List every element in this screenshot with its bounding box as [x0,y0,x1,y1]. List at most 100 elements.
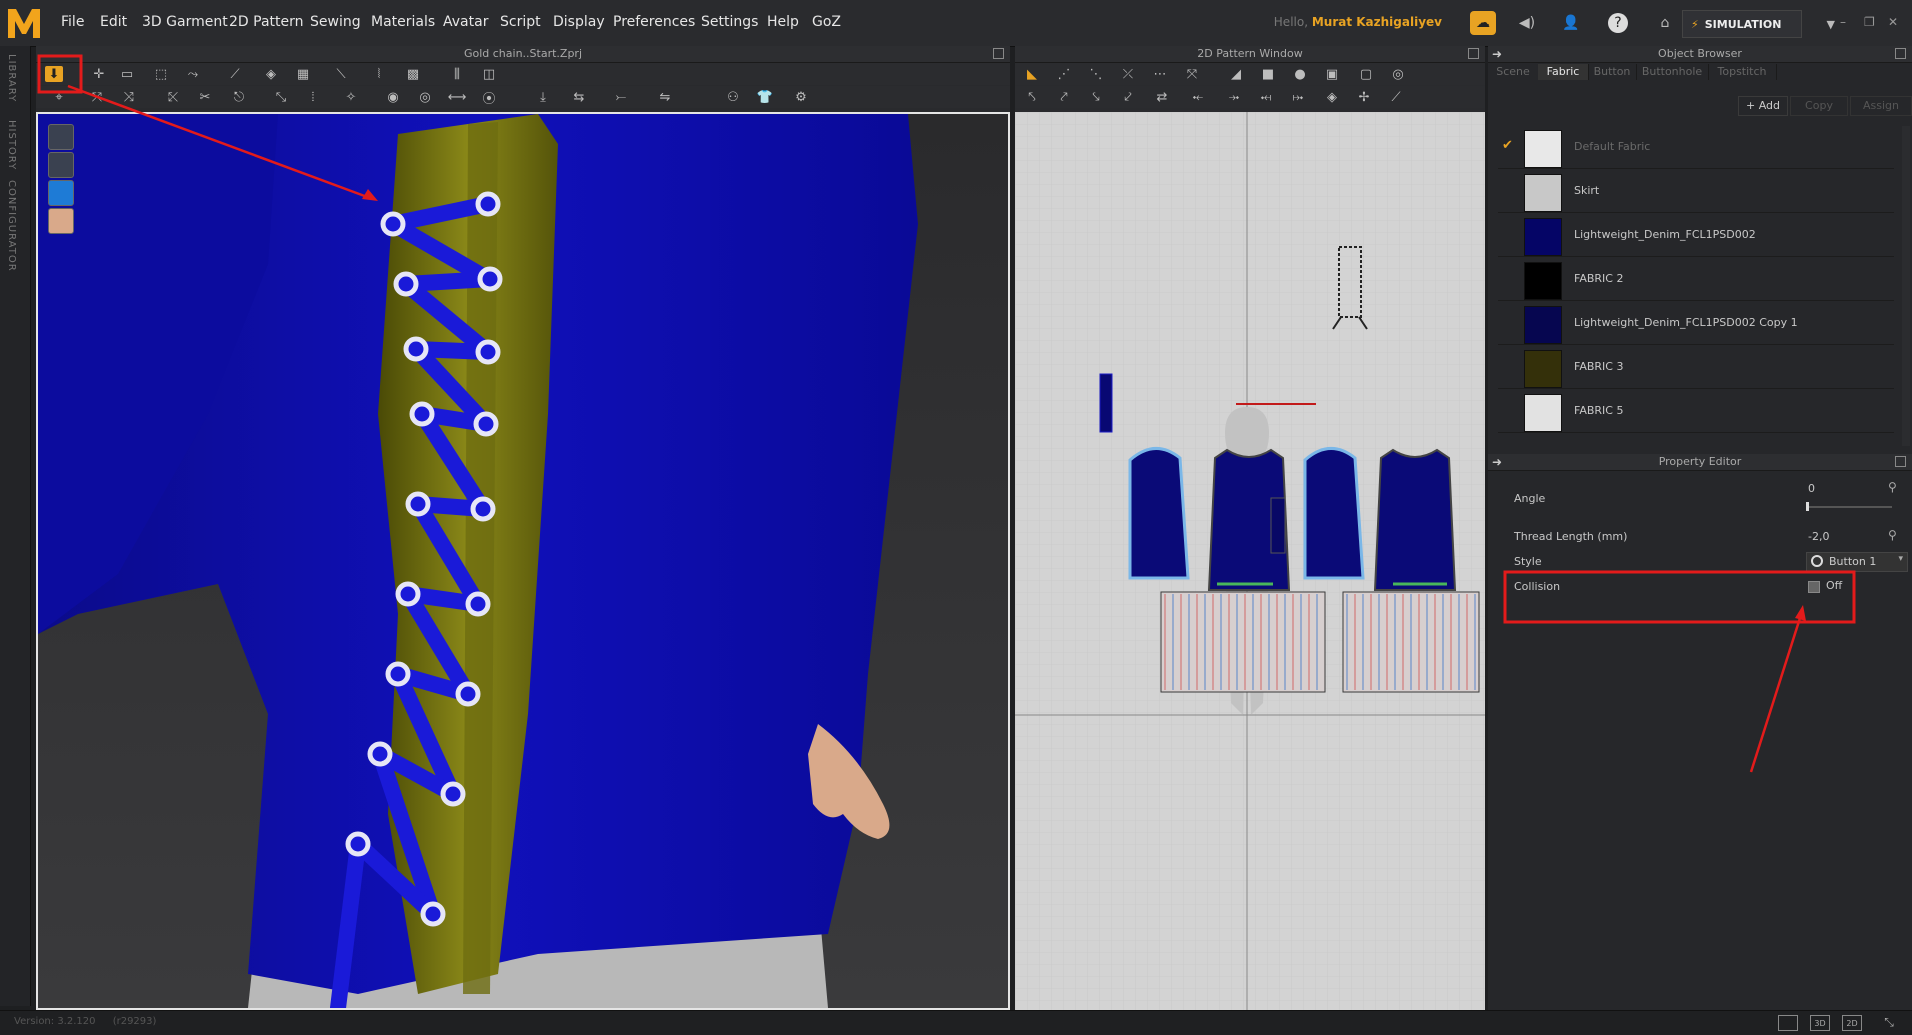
fabric-row[interactable]: FABRIC 2 [1498,258,1894,301]
pleat-icon[interactable]: ✧ [342,89,360,105]
menu-script[interactable]: Script [500,14,541,30]
stitch-2d-icon[interactable]: ✢ [1355,89,1373,105]
avatar-display-icon[interactable] [48,152,74,178]
edit-sewing-icon[interactable]: ⤧ [1183,66,1201,82]
buttonhole-icon[interactable]: ◎ [416,89,434,105]
2d-pattern-canvas[interactable] [1015,112,1485,1010]
tab-fabric[interactable]: Fabric [1538,64,1589,80]
cloud-sync-icon[interactable]: ☁ [1470,11,1496,35]
tuck-icon[interactable]: ⇋ [656,89,674,105]
brush-icon[interactable]: ⤪ [164,89,182,105]
avatar-measure-icon[interactable]: ⚇ [724,89,742,105]
edit-point-icon[interactable]: ⋰ [1055,66,1073,82]
fabric-list-scrollbar[interactable] [1902,126,1910,446]
garment-fit-icon[interactable]: ▦ [294,66,312,82]
hanger-tool-icon[interactable]: ⤚ [612,89,630,105]
internal-circle-icon[interactable]: ◎ [1389,66,1407,82]
edit-curve-icon[interactable]: ⋱ [1087,66,1105,82]
select-mesh-icon[interactable]: ▭ [118,66,136,82]
menu-file[interactable]: File [61,14,84,30]
tab-configurator[interactable]: CONFIGURATOR [6,180,17,272]
button-icon[interactable]: ◫ [480,66,498,82]
reset-icon[interactable]: ⎋ [230,89,248,105]
graphic-icon[interactable]: ⇆ [570,89,588,105]
help-icon[interactable]: ? [1608,13,1628,33]
fabric-row[interactable]: Lightweight_Denim_FCL1PSD002 [1498,214,1894,257]
fabric-swatch[interactable] [1524,394,1562,432]
fabric-row[interactable]: FABRIC 5 [1498,390,1894,433]
minimize-icon[interactable]: – [1840,15,1846,29]
fabric-icon[interactable]: ▩ [404,66,422,82]
free-sewing-icon[interactable]: ⦚ [370,66,388,82]
fabric-grain-icon[interactable]: ⤝ [1189,89,1207,105]
maximize-icon[interactable] [1895,48,1906,59]
menu-help[interactable]: Help [767,14,799,30]
maximize-icon[interactable] [1468,48,1479,59]
pin-icon[interactable]: ⚲ [1888,528,1897,542]
style-dropdown[interactable]: Button 1 ▾ [1806,552,1908,572]
tack-icon[interactable]: ⤳ [184,66,202,82]
topstitch-icon[interactable]: ⤡ [272,89,290,105]
thread-length-value[interactable]: -2,0 [1808,530,1829,543]
thread-icon[interactable]: ⤓ [534,89,552,105]
fabric-swatch[interactable] [1524,262,1562,300]
menu-2d-pattern[interactable]: 2D Pattern [229,14,304,30]
curve-point-icon[interactable]: ⤫ [1119,66,1137,82]
edit-pattern-icon[interactable]: ⤨ [120,89,138,105]
maximize-icon[interactable] [1895,456,1906,467]
fabric-swatch[interactable] [1524,350,1562,388]
pin-icon[interactable]: ⌖ [50,89,68,105]
tab-history[interactable]: HISTORY [6,120,17,170]
simulation-icon[interactable]: ⬇ [45,66,63,82]
angle-slider[interactable] [1806,502,1892,511]
menu-settings[interactable]: Settings [701,14,758,30]
assign-fabric-button[interactable]: Assign [1850,96,1912,116]
fabric-row[interactable]: FABRIC 3 [1498,346,1894,389]
fabric-row[interactable]: Lightweight_Denim_FCL1PSD002 Copy 1 [1498,302,1894,345]
line-icon[interactable]: ⟷ [448,89,467,105]
user-name[interactable]: Murat Kazhigaliyev [1312,15,1442,29]
angle-value[interactable]: 0 [1808,482,1815,495]
tab-button[interactable]: Button [1588,64,1637,80]
menu-display[interactable]: Display [553,14,605,30]
simulation-mode-dropdown[interactable]: ⚡ SIMULATION ▼ [1682,10,1835,38]
menu-avatar[interactable]: Avatar [443,14,488,30]
stitch-icon[interactable]: ⦙ [304,89,322,105]
pattern-check-icon[interactable]: ◈ [1323,89,1341,105]
mirror-icon[interactable]: ⇄ [1153,89,1171,105]
segment-sewing-icon[interactable]: ⟍ [332,66,350,82]
menu-sewing[interactable]: Sewing [310,14,361,30]
menu-3d-garment[interactable]: 3D Garment [142,14,228,30]
screen-capture-icon[interactable]: ⤡ [1880,1015,1898,1029]
3d-viewport[interactable] [36,112,1010,1010]
restore-icon[interactable]: ❐ [1864,15,1875,29]
tab-buttonhole[interactable]: Buttonhole [1636,64,1709,80]
menu-edit[interactable]: Edit [100,14,127,30]
add-fabric-button[interactable]: + Add [1738,96,1788,116]
skin-display-icon[interactable] [48,208,74,234]
user-icon[interactable]: 👤 [1558,11,1584,35]
measure-icon[interactable]: ⤧ [88,89,106,105]
menu-preferences[interactable]: Preferences [613,14,695,30]
2d-view-icon[interactable]: 2D [1842,1015,1862,1031]
collapse-arrow-icon[interactable]: ➜ [1492,455,1502,469]
circle-icon[interactable]: ● [1291,66,1309,82]
hanger-icon[interactable]: ⌂ [1652,11,1678,35]
notch-icon[interactable]: ⤦ [1119,89,1137,105]
fabric-swatch[interactable] [1524,306,1562,344]
add-point-icon[interactable]: ⋯ [1151,66,1169,82]
copy-fabric-button[interactable]: Copy [1790,96,1848,116]
tape-icon[interactable]: ⦿ [480,89,498,107]
collapse-arrow-icon[interactable]: ➜ [1492,47,1502,61]
shirt-icon[interactable]: 👕 [756,89,774,105]
single-view-icon[interactable] [1778,1015,1798,1031]
dart-icon[interactable]: ⤣ [1023,89,1041,105]
tab-library[interactable]: LIBRARY [6,54,17,102]
maximize-icon[interactable] [993,48,1004,59]
angle-slider-knob[interactable] [1806,502,1809,511]
polygon-icon[interactable]: ◢ [1227,66,1245,82]
elastic-icon[interactable]: ⤠ [1289,89,1307,105]
puckering-icon[interactable]: ⤞ [1225,89,1243,105]
speaker-icon[interactable]: ◀) [1514,11,1540,35]
pin-icon[interactable]: ⚲ [1888,480,1897,494]
